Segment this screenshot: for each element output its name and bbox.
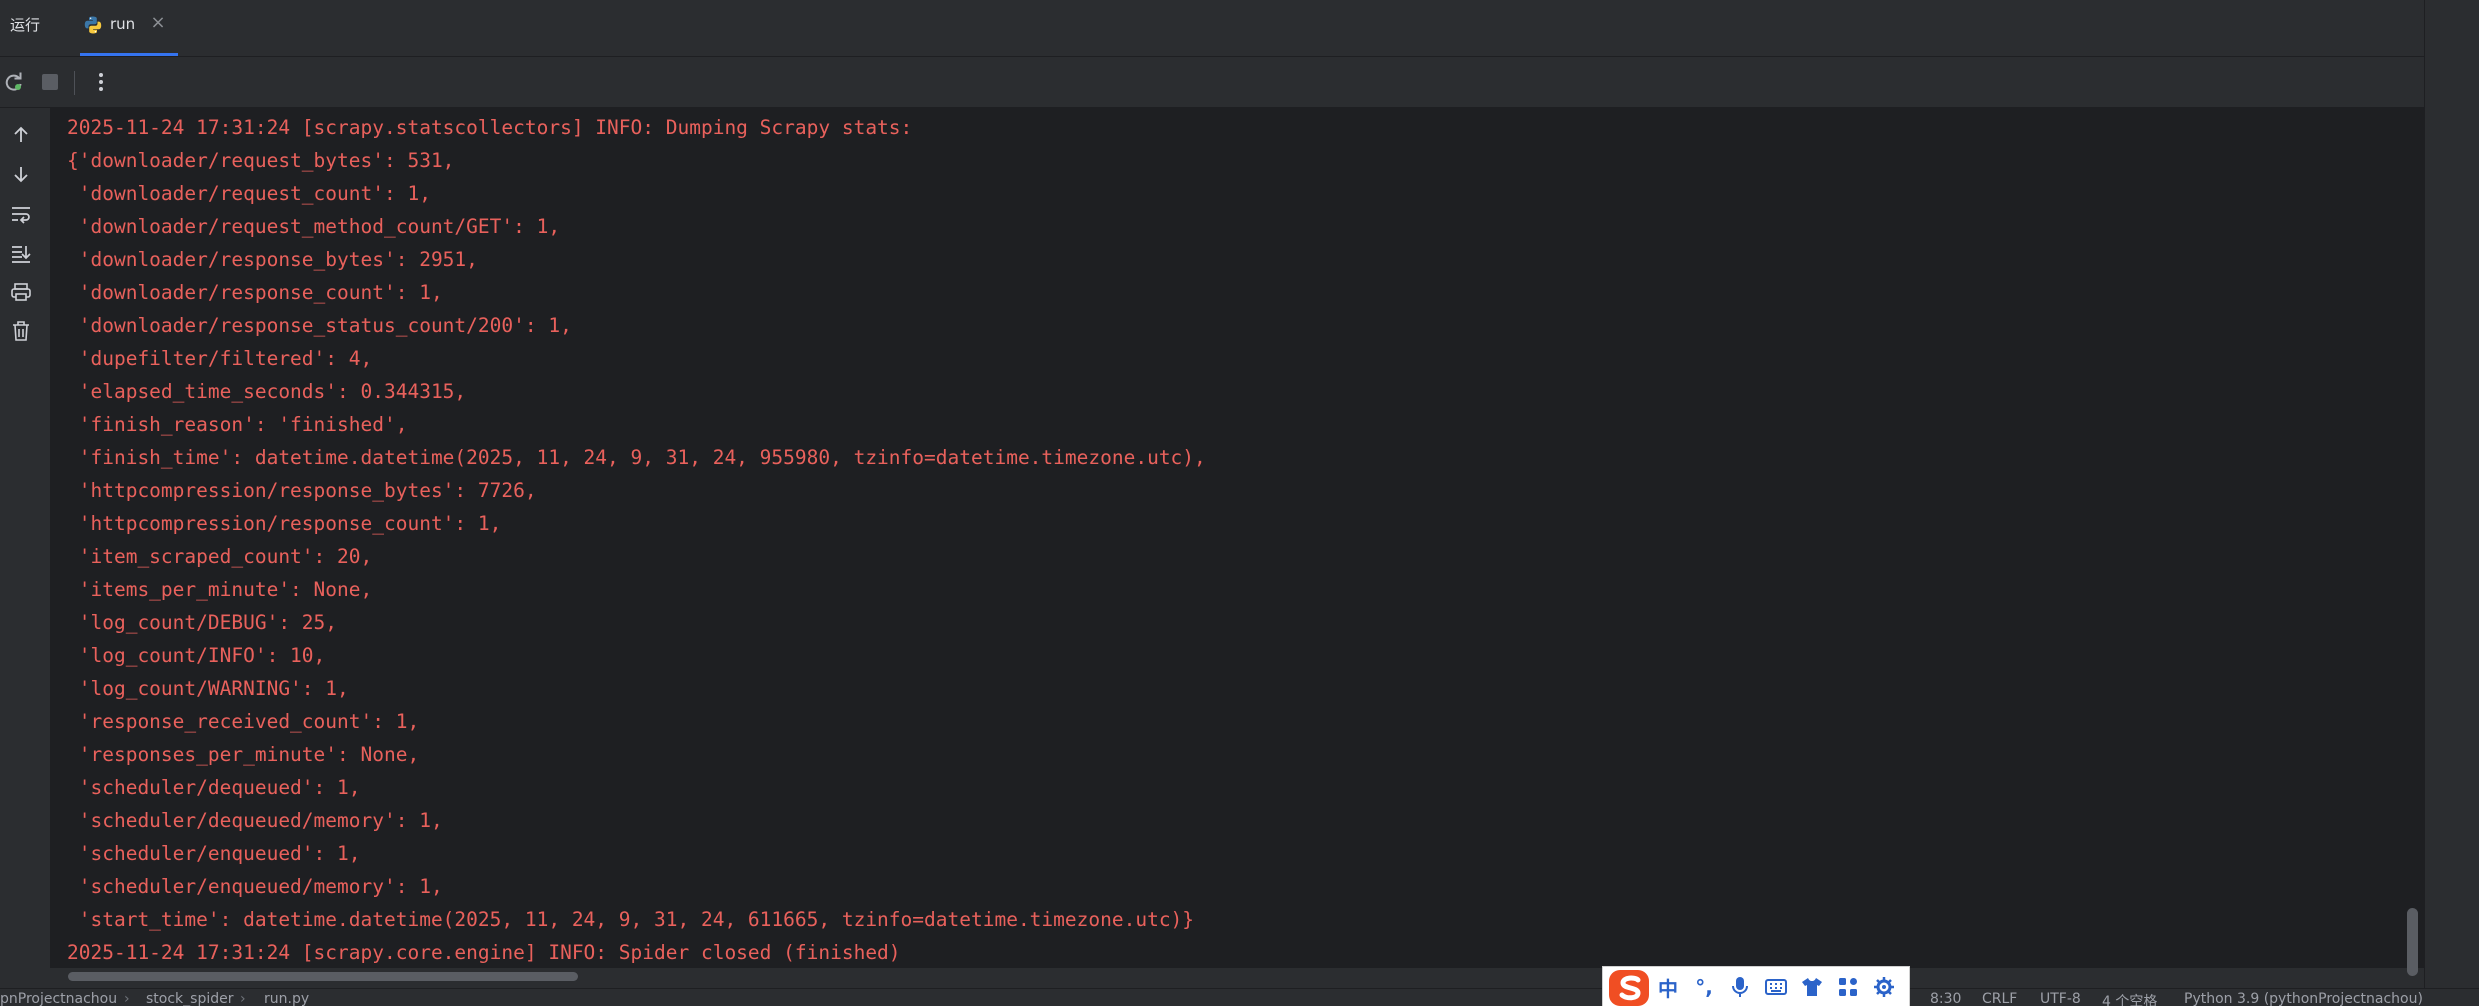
print-icon[interactable]: [8, 279, 34, 305]
arrow-up-icon[interactable]: [8, 122, 34, 148]
console-line: {'downloader/request_bytes': 531,: [67, 149, 455, 172]
file-encoding[interactable]: UTF-8: [2040, 991, 2081, 1006]
sogou-logo[interactable]: [1607, 968, 1653, 1006]
console-line: 'httpcompression/response_bytes': 7726,: [67, 479, 537, 502]
tab-run-label: run: [110, 15, 136, 33]
console-line: 'scheduler/dequeued': 1,: [67, 776, 361, 799]
ime-punctuation-toggle[interactable]: °,: [1692, 975, 1716, 999]
console-line: 'log_count/INFO': 10,: [67, 644, 326, 667]
console-line: 'scheduler/enqueued/memory': 1,: [67, 875, 443, 898]
console-line: 'httpcompression/response_count': 1,: [67, 512, 502, 535]
console-line: 'start_time': datetime.datetime(2025, 11…: [67, 908, 1195, 931]
console-line: 2025-11-24 17:31:24 [scrapy.core.engine]…: [67, 941, 901, 964]
tool-window-header: 运行 run ×: [0, 0, 2424, 57]
console-line: 'items_per_minute': None,: [67, 578, 373, 601]
console-line: 'dupefilter/filtered': 4,: [67, 347, 373, 370]
caret-position[interactable]: 8:30: [1930, 991, 1961, 1006]
stop-icon[interactable]: [37, 69, 63, 95]
skin-icon[interactable]: [1800, 975, 1824, 999]
ime-mode-toggle[interactable]: 中: [1656, 975, 1680, 1001]
console-side-toolbar: [0, 108, 51, 968]
tab-run[interactable]: run ×: [80, 0, 178, 56]
console-lines: 2025-11-24 17:31:24 [scrapy.statscollect…: [67, 111, 1206, 968]
console-line: 'scheduler/enqueued': 1,: [67, 842, 361, 865]
microphone-icon[interactable]: [1728, 975, 1752, 999]
console-line: 'finish_reason': 'finished',: [67, 413, 408, 436]
close-icon[interactable]: ×: [148, 13, 168, 33]
console-line: 'downloader/request_count': 1,: [67, 182, 431, 205]
ime-toolbar: 中 °,: [1602, 966, 1910, 1006]
more-options-icon[interactable]: [88, 69, 114, 95]
console-line: 'responses_per_minute': None,: [67, 743, 420, 766]
breadcrumb-file[interactable]: run.py: [264, 991, 309, 1006]
rerun-icon[interactable]: [0, 69, 26, 95]
ide-window: 运行 run × 2025-11-24 17:31:24 [scrapy.sta…: [0, 0, 2479, 1006]
console-line: 'downloader/response_count': 1,: [67, 281, 443, 304]
console-line: 'item_scraped_count': 20,: [67, 545, 373, 568]
console-line: 'downloader/response_bytes': 2951,: [67, 248, 478, 271]
console-line: 'scheduler/dequeued/memory': 1,: [67, 809, 443, 832]
console-line: 'response_received_count': 1,: [67, 710, 420, 733]
indent-setting[interactable]: 4 个空格: [2102, 991, 2157, 1006]
trash-icon[interactable]: [8, 318, 34, 344]
run-toolbar: [0, 57, 2424, 108]
active-tab-indicator: [80, 53, 178, 56]
python-interpreter[interactable]: Python 3.9 (pythonProjectnachou): [2184, 991, 2423, 1006]
settings-icon[interactable]: [1872, 975, 1896, 999]
python-icon: [84, 16, 102, 34]
breadcrumb-separator: ›: [240, 991, 246, 1006]
arrow-down-icon[interactable]: [8, 161, 34, 187]
breadcrumb-separator: ›: [124, 991, 130, 1006]
right-tool-strip: [2424, 0, 2479, 1006]
console-output[interactable]: 2025-11-24 17:31:24 [scrapy.statscollect…: [51, 108, 2424, 968]
console-line: 'finish_time': datetime.datetime(2025, 1…: [67, 446, 1206, 469]
console-line: 2025-11-24 17:31:24 [scrapy.statscollect…: [67, 116, 913, 139]
console-line: 'log_count/WARNING': 1,: [67, 677, 349, 700]
toolbar-separator: [74, 71, 75, 95]
apps-icon[interactable]: [1836, 975, 1860, 999]
console-line: 'downloader/request_method_count/GET': 1…: [67, 215, 561, 238]
console-line: 'log_count/DEBUG': 25,: [67, 611, 338, 634]
tool-window-title: 运行: [10, 16, 41, 34]
line-separator[interactable]: CRLF: [1982, 991, 2017, 1006]
soft-wrap-icon[interactable]: [8, 201, 34, 227]
vertical-scrollbar[interactable]: [2407, 908, 2418, 976]
horizontal-scrollbar[interactable]: [68, 972, 578, 981]
keyboard-icon[interactable]: [1764, 975, 1788, 999]
console-line: 'elapsed_time_seconds': 0.344315,: [67, 380, 467, 403]
status-bar: pnProjectnachou › stock_spider › run.py …: [0, 988, 2479, 1006]
breadcrumb-project[interactable]: pnProjectnachou: [0, 991, 117, 1006]
console-line: 'downloader/response_status_count/200': …: [67, 314, 572, 337]
scroll-to-end-icon[interactable]: [8, 240, 34, 266]
breadcrumb-folder[interactable]: stock_spider: [146, 991, 233, 1006]
